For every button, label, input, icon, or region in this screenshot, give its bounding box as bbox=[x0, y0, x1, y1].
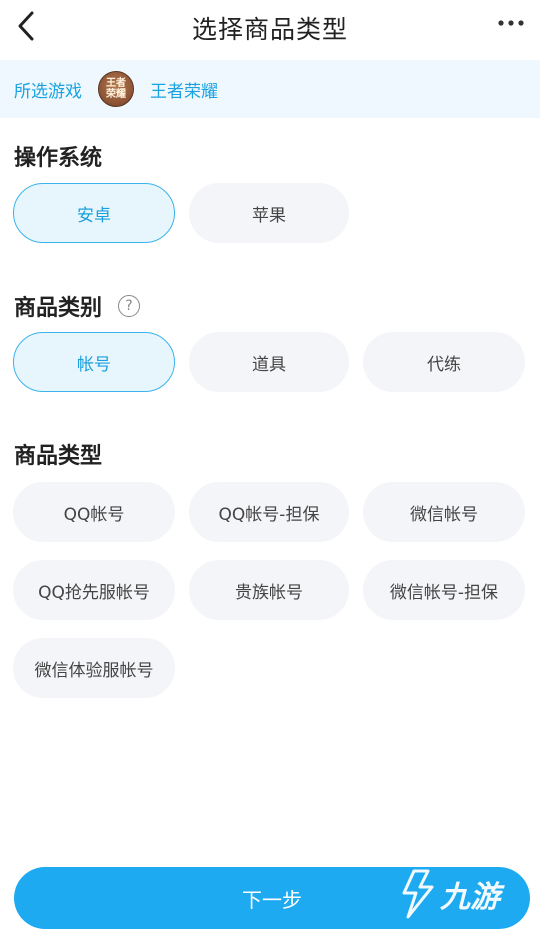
os-section-title: 操作系统 bbox=[14, 146, 103, 171]
category-option-account[interactable]: 帐号 bbox=[13, 332, 175, 392]
type-option-qq-preview-account[interactable]: QQ抢先服帐号 bbox=[13, 560, 175, 620]
category-option-boosting[interactable]: 代练 bbox=[363, 332, 525, 392]
more-horizontal-icon bbox=[498, 20, 524, 26]
help-icon[interactable]: ? bbox=[118, 295, 141, 317]
type-option-qq-account-guarantee[interactable]: QQ帐号-担保 bbox=[189, 482, 349, 542]
os-option-ios[interactable]: 苹果 bbox=[189, 183, 349, 243]
page-title: 选择商品类型 bbox=[191, 15, 348, 44]
category-option-item[interactable]: 道具 bbox=[189, 332, 349, 392]
game-logo-icon: 王者 荣耀 bbox=[98, 71, 134, 107]
type-section-title: 商品类型 bbox=[14, 444, 103, 469]
selected-game-name: 王者荣耀 bbox=[150, 81, 218, 102]
type-option-wechat-account-guarantee[interactable]: 微信帐号-担保 bbox=[363, 560, 525, 620]
ninegame-logo-icon bbox=[402, 869, 434, 919]
selected-game-label: 所选游戏 bbox=[14, 81, 82, 102]
more-button[interactable] bbox=[494, 6, 528, 40]
category-section-title: 商品类别 ? bbox=[14, 290, 141, 322]
type-option-wechat-trial-account[interactable]: 微信体验服帐号 bbox=[13, 638, 175, 698]
type-option-wechat-account[interactable]: 微信帐号 bbox=[363, 482, 525, 542]
os-option-android[interactable]: 安卓 bbox=[13, 183, 175, 243]
header-bar: 选择商品类型 bbox=[0, 0, 540, 56]
selected-game-bar[interactable]: 所选游戏 王者 荣耀 王者荣耀 bbox=[0, 60, 540, 118]
watermark-logo: 九游 bbox=[400, 866, 500, 922]
type-option-qq-account[interactable]: QQ帐号 bbox=[13, 482, 175, 542]
type-option-noble-account[interactable]: 贵族帐号 bbox=[189, 560, 349, 620]
